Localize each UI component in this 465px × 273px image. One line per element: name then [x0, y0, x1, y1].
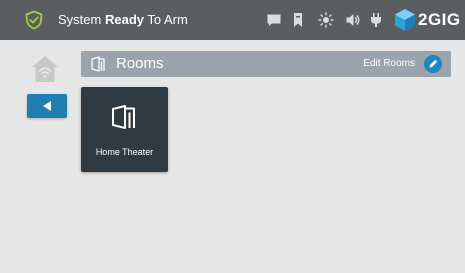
2gig-logo: [395, 9, 415, 31]
shield-check-icon: [25, 10, 43, 30]
status-prefix: System: [58, 12, 102, 27]
back-button[interactable]: [27, 94, 67, 118]
pencil-icon: [429, 59, 438, 68]
home-wifi-icon: [32, 56, 58, 82]
message-icon[interactable]: [266, 12, 282, 28]
status-suffix: To Arm: [147, 12, 188, 27]
brand-name: 2GIG: [418, 10, 461, 29]
brightness-icon[interactable]: [318, 12, 334, 28]
edit-rooms-button[interactable]: [424, 55, 442, 73]
room-door-icon: [112, 105, 135, 129]
bookmark-icon[interactable]: [293, 12, 303, 28]
back-arrow-icon: [43, 101, 51, 111]
room-door-icon: [91, 56, 105, 72]
edit-rooms-link[interactable]: Edit Rooms: [363, 58, 415, 69]
room-tile-home-theater[interactable]: Home Theater: [81, 87, 168, 172]
status-ready: Ready: [104, 12, 144, 27]
room-label: Home Theater: [95, 147, 154, 157]
plug-icon[interactable]: [370, 12, 382, 28]
status-bar: System Ready To Arm 2GIG: [0, 0, 465, 40]
page-title: Rooms: [116, 55, 164, 72]
system-status: System Ready To Arm: [58, 12, 188, 27]
volume-icon[interactable]: [345, 12, 361, 28]
rooms-header: Rooms Edit Rooms: [81, 51, 451, 77]
